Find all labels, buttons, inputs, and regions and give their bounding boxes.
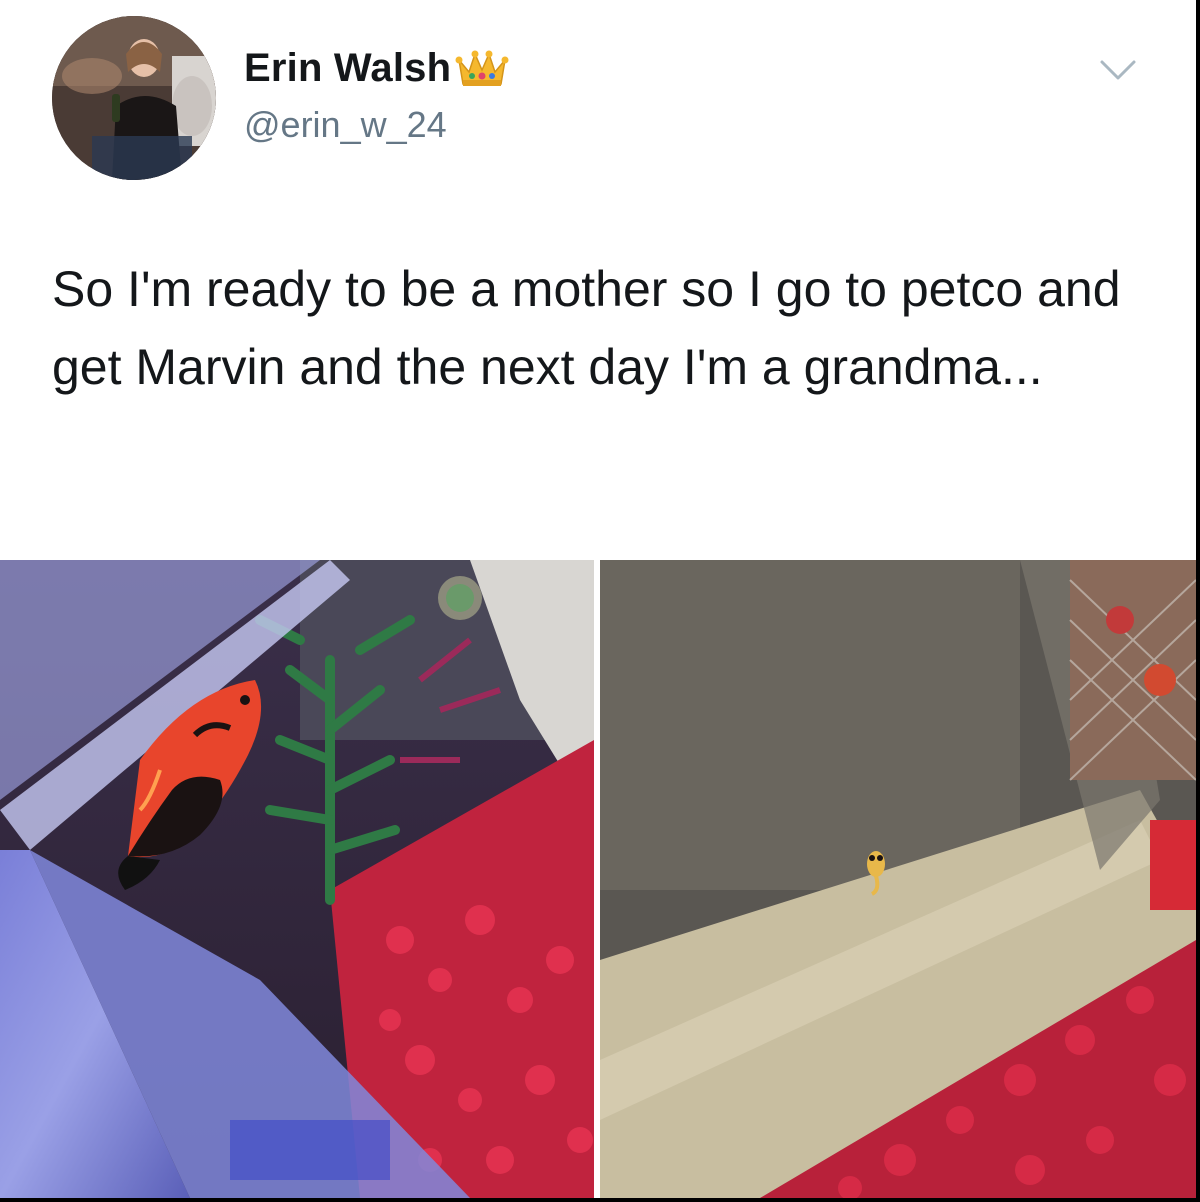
tweet-header: Erin Walsh @erin_w_24 [0, 0, 1196, 200]
tweet-text: So I'm ready to be a mother so I go to p… [52, 261, 1121, 395]
photo-image [0, 560, 594, 1198]
photo-image [600, 560, 1196, 1198]
tweet-media [0, 560, 1196, 1198]
author-name-row: Erin Walsh [244, 44, 509, 92]
author-handle[interactable]: @erin_w_24 [244, 104, 447, 146]
display-name[interactable]: Erin Walsh [244, 46, 451, 91]
fish-tank-photo-baby-fish[interactable] [600, 560, 1196, 1198]
fish-tank-photo-adult-fish[interactable] [0, 560, 594, 1198]
tweet-card: Erin Walsh @erin_w_24 So I'm ready to be… [0, 0, 1196, 1198]
avatar-image [52, 16, 216, 180]
avatar[interactable] [52, 16, 216, 180]
chevron-down-icon[interactable] [1098, 56, 1138, 84]
crown-icon [455, 50, 509, 86]
